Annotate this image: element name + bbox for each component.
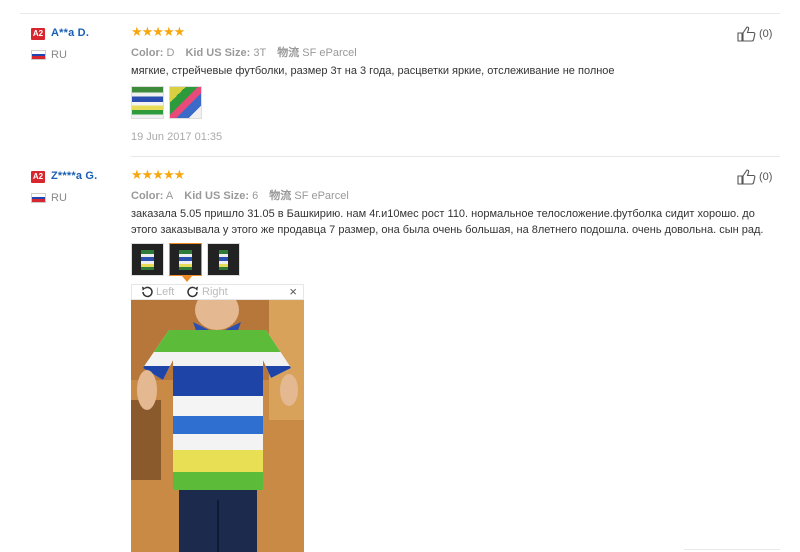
review-photo-thumbnail[interactable] — [131, 86, 164, 119]
rotate-right-button[interactable]: Right — [186, 285, 228, 299]
review-photo-thumbnail[interactable] — [169, 86, 202, 119]
shipping-label: 物流 — [277, 47, 300, 59]
review-photo-thumbnail[interactable] — [207, 243, 240, 276]
order-attributes: Color: A Kid US Size: 6 物流 SF eParcel — [131, 187, 349, 203]
review-photo-thumbnail-selected[interactable] — [169, 243, 202, 276]
like-button[interactable]: (0) — [737, 26, 772, 42]
size-value: 6 — [252, 190, 259, 202]
russia-flag-icon — [31, 50, 46, 60]
like-count: (0) — [759, 171, 773, 183]
review-divider — [131, 156, 780, 157]
reviewer-country: RU — [51, 192, 67, 204]
color-label: Color: — [131, 47, 164, 59]
buyer-level-badge: A2 — [31, 171, 45, 183]
rotate-left-button[interactable]: Left — [140, 285, 174, 299]
reviewer-country: RU — [51, 49, 67, 61]
reviewer-name: Z****a G. — [51, 170, 98, 182]
top-divider — [20, 13, 780, 14]
selected-thumbnail-pointer — [182, 276, 192, 282]
thumbs-up-icon — [737, 26, 756, 42]
thumbs-up-icon — [737, 169, 756, 185]
color-value: D — [166, 47, 175, 59]
rotate-left-icon — [142, 286, 153, 298]
russia-flag-icon — [31, 193, 46, 203]
size-label: Kid US Size: — [185, 47, 251, 59]
close-viewer-button[interactable]: × — [289, 284, 297, 299]
shipping-value: SF eParcel — [294, 190, 349, 202]
buyer-level-badge: A2 — [31, 28, 45, 40]
size-value: 3T — [253, 47, 267, 59]
review-text: заказала 5.05 пришло 31.05 в Башкирию. н… — [131, 208, 764, 236]
color-value: A — [165, 190, 174, 202]
shipping-value: SF eParcel — [302, 47, 357, 59]
like-button[interactable]: (0) — [737, 169, 772, 185]
rotate-left-label: Left — [156, 286, 175, 298]
image-viewer-toolbar: Left Right × — [131, 284, 304, 300]
shipping-label: 物流 — [269, 190, 292, 202]
review-date: 19 Jun 2017 01:35 — [131, 131, 223, 143]
order-attributes: Color: D Kid US Size: 3T 物流 SF eParcel — [131, 44, 357, 60]
reviewer-name: A**a D. — [51, 27, 90, 39]
size-label: Kid US Size: — [184, 190, 250, 202]
enlarged-review-photo — [131, 300, 304, 552]
bottom-edge-line — [684, 549, 780, 550]
review-text: мягкие, стрейчевые футболки, размер 3т н… — [131, 65, 615, 77]
rotate-right-icon — [187, 286, 198, 298]
rotate-right-label: Right — [202, 286, 228, 298]
star-rating: ★★★★★ — [131, 167, 185, 182]
color-label: Color: — [131, 190, 164, 202]
like-count: (0) — [759, 28, 773, 40]
star-rating: ★★★★★ — [131, 24, 185, 39]
boy-in-striped-shirt-photo — [131, 300, 304, 552]
review-photo-thumbnail[interactable] — [131, 243, 164, 276]
